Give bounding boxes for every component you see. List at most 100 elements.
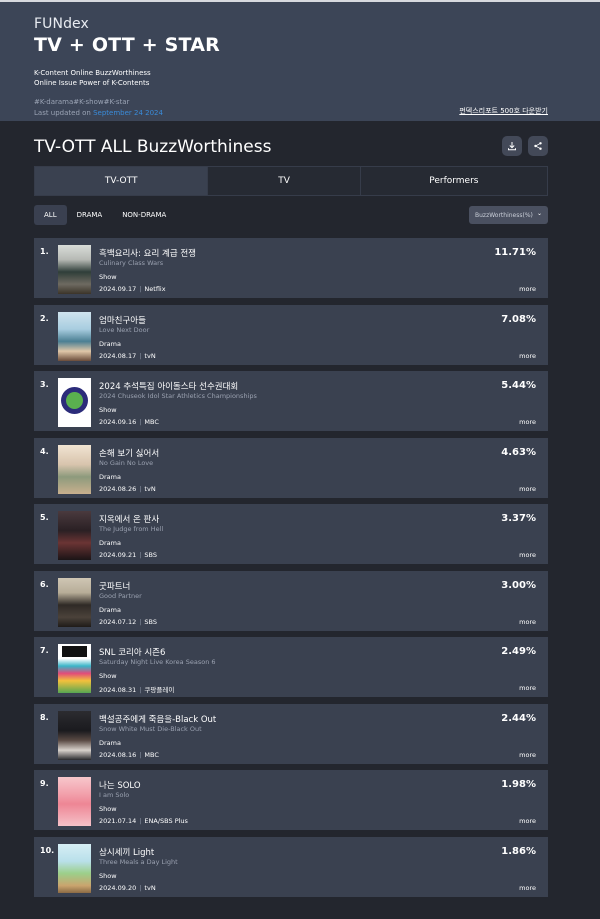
genre-label: Show [99,406,117,414]
more-link[interactable]: more [519,418,536,426]
poster-thumbnail[interactable] [58,245,91,294]
tab-performers[interactable]: Performers [361,167,547,195]
separator: | [139,750,142,759]
separator: | [139,686,142,694]
buzz-percentage: 7.08% [501,313,536,325]
title-korean[interactable]: 엄마친구아들 [99,314,146,326]
more-link[interactable]: more [519,551,536,559]
more-link[interactable]: more [519,485,536,493]
genre-label: Show [99,805,117,813]
rank-number: 9. [40,779,49,788]
poster-thumbnail[interactable] [58,511,91,560]
poster-thumbnail[interactable] [58,311,91,361]
buzz-percentage: 5.44% [501,380,536,391]
title-korean[interactable]: 굿파트너 [99,580,130,592]
air-info: 2024.09.17 | Netflix [99,285,166,293]
sort-label: BuzzWorthiness(%) [475,212,533,219]
filter-all[interactable]: ALL [34,205,67,225]
channel-name: tvN [144,883,156,892]
channel-name: tvN [144,484,156,493]
separator: | [139,484,142,493]
air-date: 2024.08.31 [99,686,137,694]
ranking-list: 1. 흑백요리사: 요리 계급 전쟁 Culinary Class Wars S… [34,238,548,903]
title-korean[interactable]: 나는 SOLO [99,779,141,791]
last-updated-label: Last updated on [34,109,91,117]
download-button[interactable] [502,136,522,156]
air-info: 2024.08.17 | tvN [99,352,156,360]
more-link[interactable]: more [519,751,536,759]
more-link[interactable]: more [519,817,536,825]
buzz-percentage: 1.86% [501,845,536,857]
genre-label: Drama [99,605,121,614]
separator: | [139,551,142,559]
separator: | [139,817,142,825]
genre-label: Drama [99,339,121,348]
rank-number: 5. [40,513,49,522]
report-download-link[interactable]: 펀덱스리포트 500호 다운받기 [459,106,548,116]
air-date: 2024.09.17 [99,285,137,293]
poster-thumbnail[interactable] [58,710,91,760]
list-item: 2. 엄마친구아들 Love Next Door Drama 2024.08.1… [34,304,548,365]
channel-name: SBS [144,617,158,626]
more-link[interactable]: more [519,352,536,360]
poster-thumbnail[interactable] [58,444,91,494]
page-header: FUNdex TV + OTT + STAR K-Content Online … [0,0,600,121]
poster-thumbnail[interactable] [58,843,91,893]
air-date: 2021.07.14 [99,817,137,825]
buzz-percentage: 3.37% [501,513,536,524]
more-link[interactable]: more [519,884,536,892]
genre-label: Show [99,871,117,880]
share-icon [534,142,542,150]
more-link[interactable]: more [519,618,536,626]
channel-name: MBC [144,418,159,426]
title-korean[interactable]: 백설공주에게 죽음을-Black Out [99,713,216,725]
tab-tv-ott[interactable]: TV-OTT [35,167,209,195]
title-korean[interactable]: 2024 추석특집 아이돌스타 선수권대회 [99,380,238,392]
air-date: 2024.07.12 [99,617,137,626]
tab-tv[interactable]: TV [208,167,361,195]
filter-drama[interactable]: DRAMA [67,205,113,225]
channel-name: ENA/SBS Plus [144,817,188,825]
filter-non-drama[interactable]: NON-DRAMA [112,205,176,225]
title-english: Three Meals a Day Light [99,857,178,866]
rank-number: 4. [40,446,49,456]
title-english: Saturday Night Live Korea Season 6 [99,658,216,666]
title-korean[interactable]: SNL 코리아 시즌6 [99,646,165,658]
buzz-percentage: 1.98% [501,779,536,790]
title-english: 2024 Chuseok Idol Star Athletics Champio… [99,392,257,400]
genre-label: Show [99,672,117,680]
air-info: 2024.07.12 | SBS [99,618,157,626]
poster-thumbnail[interactable] [58,777,91,826]
list-item: 10. 삼시세끼 Light Three Meals a Day Light S… [34,836,548,897]
sort-select[interactable]: BuzzWorthiness(%) ⌄ [469,206,548,224]
title-korean[interactable]: 삼시세끼 Light [99,846,154,858]
air-date: 2024.08.26 [99,484,137,493]
title-english: The Judge from Hell [99,525,164,533]
header-description: K-Content Online BuzzWorthiness Online I… [34,68,566,88]
poster-thumbnail[interactable] [58,644,91,693]
share-button[interactable] [528,136,548,156]
more-link[interactable]: more [519,684,536,692]
list-item: 5. 지옥에서 온 판사 The Judge from Hell Drama 2… [34,504,548,564]
separator: | [139,285,142,293]
title-korean[interactable]: 지옥에서 온 판사 [99,513,159,525]
title-english: I am Solo [99,791,130,799]
channel-name: MBC [144,750,159,759]
title-english: No Gain No Love [99,458,154,467]
air-date: 2024.08.16 [99,750,137,759]
more-link[interactable]: more [519,285,536,293]
rank-number: 1. [40,247,49,256]
title-korean[interactable]: 손해 보기 싫어서 [99,447,159,459]
title-korean[interactable]: 흑백요리사: 요리 계급 전쟁 [99,247,196,259]
brand-name: FUNdex [34,16,89,32]
rank-number: 2. [40,313,49,323]
poster-thumbnail[interactable] [58,378,91,427]
last-updated-date: September 24 2024 [93,109,163,117]
air-info: 2024.09.20 | tvN [99,884,156,892]
air-info: 2024.09.21 | SBS [99,551,157,559]
separator: | [139,883,142,892]
air-date: 2024.09.20 [99,883,137,892]
main-content: TV-OTT ALL BuzzWorthiness TV-OTT TV Perf… [0,121,600,917]
hashtags: #K-darama#K-show#K-star [34,98,130,106]
poster-thumbnail[interactable] [58,577,91,627]
